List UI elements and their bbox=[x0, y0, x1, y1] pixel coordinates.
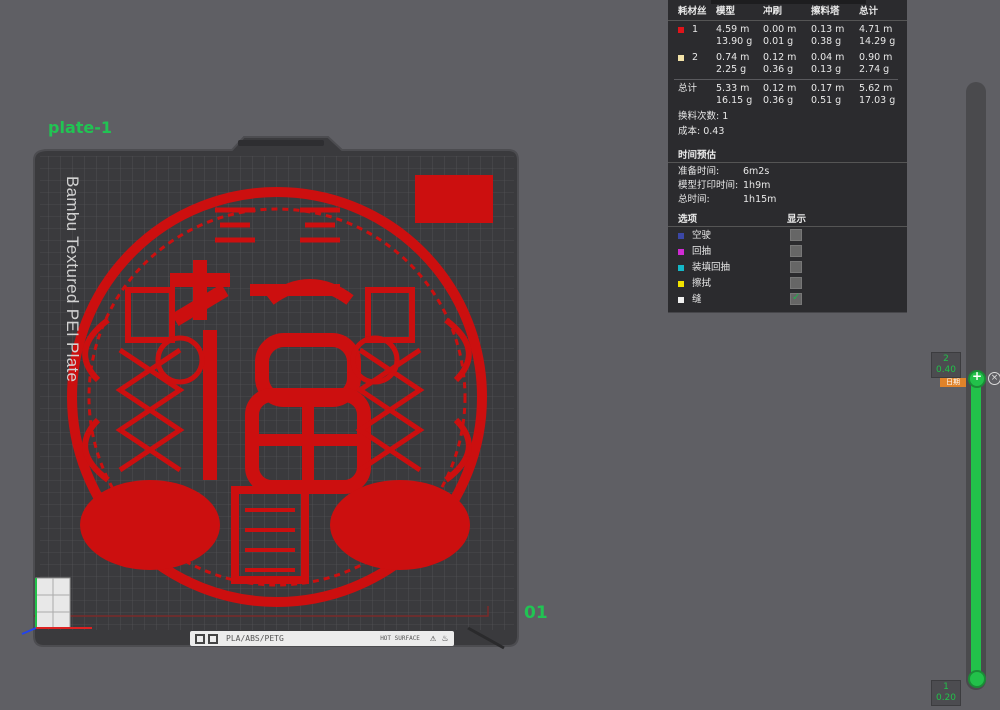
f1-model-wt: 13.90 g bbox=[716, 36, 753, 47]
option-checkbox[interactable] bbox=[790, 292, 802, 305]
options-title: 选项 bbox=[678, 214, 698, 225]
sum-flush-len: 0.12 m bbox=[763, 83, 797, 94]
f2-model-wt: 2.25 g bbox=[716, 64, 747, 75]
header-flush: 冲刷 bbox=[763, 6, 783, 17]
prep-time-value: 6m2s bbox=[743, 166, 770, 177]
divider bbox=[668, 20, 907, 21]
f2-flush-len: 0.12 m bbox=[763, 52, 797, 63]
option-checkbox[interactable] bbox=[790, 261, 802, 273]
option-label: 装填回抽 bbox=[692, 262, 731, 273]
sum-model-len: 5.33 m bbox=[716, 83, 750, 94]
filament-1-id: 1 bbox=[692, 24, 699, 35]
total-time-label: 总时间: bbox=[678, 194, 710, 205]
cost: 成本: 0.43 bbox=[678, 126, 725, 137]
upper-layer-height: 0.40 bbox=[935, 365, 957, 375]
warning-icons: ⚠ ♨ bbox=[429, 633, 448, 644]
close-icon[interactable]: × bbox=[988, 372, 1000, 385]
model-time-label: 模型打印时间: bbox=[678, 180, 739, 191]
filament-2-id: 2 bbox=[692, 52, 699, 63]
plate-logo-icon bbox=[208, 633, 218, 644]
option-label: 回抽 bbox=[692, 246, 712, 257]
sum-tower-len: 0.17 m bbox=[811, 83, 845, 94]
hot-surface-text: HOT SURFACE bbox=[380, 634, 420, 642]
filament-row-2: 2 0.74 m 2.25 g 0.12 m 0.36 g 0.04 m 0.1… bbox=[668, 52, 907, 76]
bed-name-text: Bambu Textured PEI Plate bbox=[63, 176, 82, 383]
layer-slider-range bbox=[971, 378, 981, 680]
bed-material-text: PLA/ABS/PETG bbox=[226, 634, 284, 643]
bambu-logo-icon bbox=[195, 633, 205, 644]
f2-tower-len: 0.04 m bbox=[811, 52, 845, 63]
f2-total-len: 0.90 m bbox=[859, 52, 893, 63]
f1-model-len: 4.59 m bbox=[716, 24, 750, 35]
f2-total-wt: 2.74 g bbox=[859, 64, 890, 75]
slice-stats-panel: 耗材丝 模型 冲刷 擦料塔 总计 1 4.59 m 13.90 g 0.00 m… bbox=[668, 0, 907, 313]
prep-time-label: 准备时间: bbox=[678, 166, 720, 177]
f1-total-len: 4.71 m bbox=[859, 24, 893, 35]
filament-changes: 换料次数: 1 bbox=[678, 111, 729, 122]
header-filament: 耗材丝 bbox=[678, 6, 707, 17]
sum-flush-wt: 0.36 g bbox=[763, 95, 794, 106]
retract-swatch bbox=[678, 249, 684, 255]
upper-layer-readout: 2 0.40 bbox=[931, 352, 961, 378]
f1-tower-wt: 0.38 g bbox=[811, 36, 842, 47]
sum-tower-wt: 0.51 g bbox=[811, 95, 842, 106]
f1-tower-len: 0.13 m bbox=[811, 24, 845, 35]
total-time-value: 1h15m bbox=[743, 194, 777, 205]
layer-cog-button[interactable]: 日期 bbox=[940, 378, 966, 387]
lower-layer-handle[interactable] bbox=[968, 670, 986, 688]
filament-2-swatch bbox=[678, 55, 684, 61]
unretract-swatch bbox=[678, 265, 684, 271]
option-checkbox[interactable] bbox=[790, 277, 802, 289]
f2-tower-wt: 0.13 g bbox=[811, 64, 842, 75]
header-tower: 擦料塔 bbox=[811, 6, 840, 17]
option-label: 空驶 bbox=[692, 230, 712, 241]
header-model: 模型 bbox=[716, 6, 736, 17]
f1-flush-wt: 0.01 g bbox=[763, 36, 794, 47]
model-time-value: 1h9m bbox=[743, 180, 771, 191]
f2-model-len: 0.74 m bbox=[716, 52, 750, 63]
divider bbox=[668, 226, 907, 227]
option-checkbox[interactable] bbox=[790, 229, 802, 241]
option-label: 缝 bbox=[692, 294, 702, 305]
upper-layer-number: 2 bbox=[943, 354, 949, 364]
f2-flush-wt: 0.36 g bbox=[763, 64, 794, 75]
plate-number[interactable]: 01 bbox=[524, 603, 548, 623]
option-label: 擦拭 bbox=[692, 278, 712, 289]
sum-model-wt: 16.15 g bbox=[716, 95, 753, 106]
summary-label: 总计 bbox=[678, 83, 698, 94]
divider bbox=[674, 79, 898, 80]
sum-total-len: 5.62 m bbox=[859, 83, 893, 94]
lower-layer-number: 1 bbox=[943, 682, 949, 692]
travel-swatch bbox=[678, 233, 684, 239]
summary-row: 总计 5.33 m 16.15 g 0.12 m 0.36 g 0.17 m 0… bbox=[668, 83, 907, 107]
bed-front-label: PLA/ABS/PETG HOT SURFACE ⚠ ♨ bbox=[190, 631, 454, 646]
time-estimate-title: 时间预估 bbox=[678, 150, 717, 161]
seam-swatch bbox=[678, 297, 684, 303]
lower-layer-height: 0.20 bbox=[935, 693, 957, 703]
upper-layer-handle[interactable] bbox=[968, 369, 986, 388]
divider bbox=[668, 162, 907, 163]
filament-1-swatch bbox=[678, 27, 684, 33]
bed-name-label: Bambu Textured PEI Plate bbox=[40, 176, 82, 396]
plate-label[interactable]: plate-1 bbox=[48, 118, 112, 137]
lower-layer-readout: 1 0.20 bbox=[931, 680, 961, 706]
display-title: 显示 bbox=[787, 214, 807, 225]
f1-flush-len: 0.00 m bbox=[763, 24, 797, 35]
f1-total-wt: 14.29 g bbox=[859, 36, 896, 47]
filament-row-1: 1 4.59 m 13.90 g 0.00 m 0.01 g 0.13 m 0.… bbox=[668, 24, 907, 48]
wipe-swatch bbox=[678, 281, 684, 287]
option-checkbox[interactable] bbox=[790, 245, 802, 257]
header-total: 总计 bbox=[859, 6, 879, 17]
sum-total-wt: 17.03 g bbox=[859, 95, 896, 106]
